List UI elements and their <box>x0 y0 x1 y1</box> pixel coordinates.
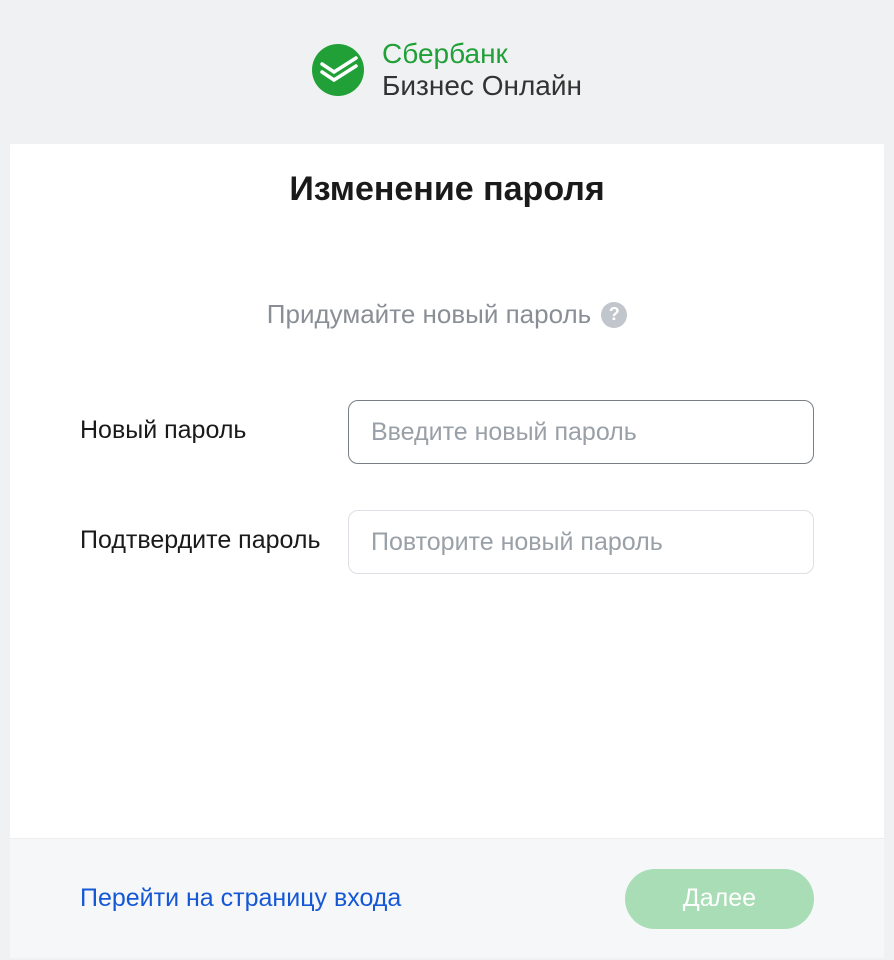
sberbank-logo-icon <box>312 44 364 96</box>
footer: Перейти на страницу входа Далее <box>10 838 884 958</box>
confirm-password-row: Подтвердите пароль <box>80 510 814 574</box>
confirm-password-label: Подтвердите пароль <box>80 510 348 558</box>
logo-text: Сбербанк Бизнес Онлайн <box>382 38 582 102</box>
password-form: Новый пароль Подтвердите пароль <box>10 400 884 838</box>
new-password-input[interactable] <box>348 400 814 464</box>
brand-product: Бизнес Онлайн <box>382 70 582 102</box>
page-title: Изменение пароля <box>10 170 884 209</box>
new-password-row: Новый пароль <box>80 400 814 464</box>
brand-name: Сбербанк <box>382 38 582 70</box>
password-change-card: Изменение пароля Придумайте новый пароль… <box>10 144 884 958</box>
next-button[interactable]: Далее <box>625 869 814 929</box>
subtitle-row: Придумайте новый пароль ? <box>10 299 884 330</box>
subtitle: Придумайте новый пароль <box>267 299 591 330</box>
back-to-login-link[interactable]: Перейти на страницу входа <box>80 884 401 913</box>
help-icon[interactable]: ? <box>601 302 627 328</box>
header: Сбербанк Бизнес Онлайн <box>0 0 894 144</box>
new-password-label: Новый пароль <box>80 400 348 448</box>
confirm-password-input[interactable] <box>348 510 814 574</box>
